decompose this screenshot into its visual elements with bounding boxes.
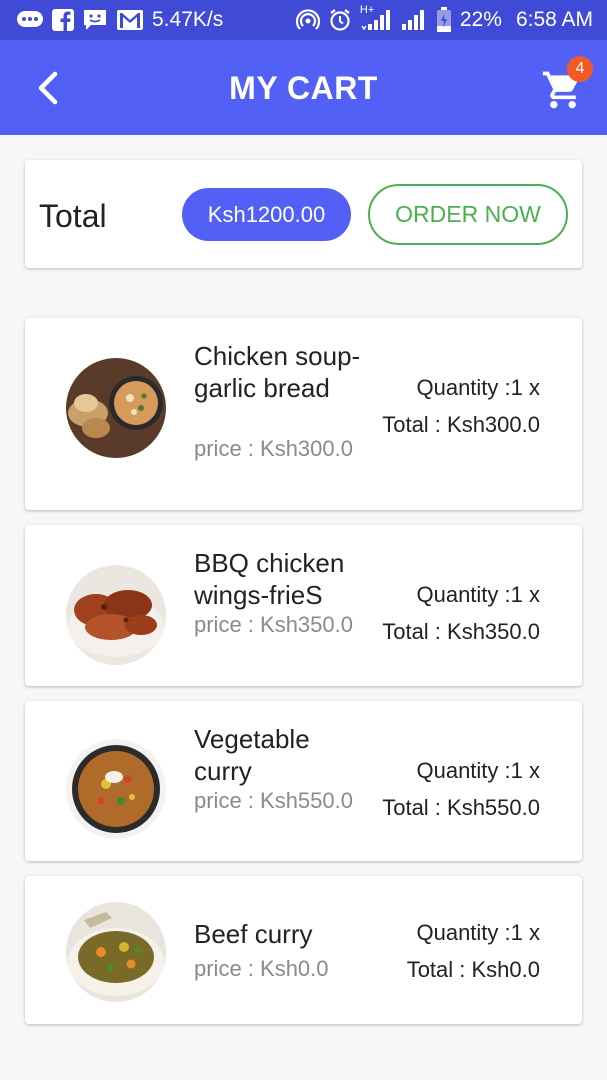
clock: 6:58 AM [515, 8, 593, 31]
item-name: Beef curry [194, 919, 313, 949]
cart-button[interactable]: 4 [541, 56, 593, 112]
alarm-icon [328, 8, 352, 32]
item-quantity: Quantity :1 x [416, 375, 540, 400]
page-title: MY CART [229, 70, 378, 106]
cart-item[interactable]: Vegetable curry price : Ksh550.0 Quantit… [25, 701, 582, 861]
item-quantity: Quantity :1 x [416, 920, 540, 945]
app-bar: MY CART 4 [0, 40, 607, 135]
item-quantity: Quantity :1 x [416, 582, 540, 607]
hotspot-icon [295, 8, 320, 32]
order-now-button[interactable]: ORDER NOW [368, 184, 568, 245]
battery-level: 22% [459, 8, 502, 31]
food-image-bbq-wings [66, 565, 166, 665]
message-icon [82, 8, 108, 32]
item-name: Chicken soup-garlic bread [194, 341, 361, 403]
status-bar: 5.47K/s H+ 22% 6:58 AM [0, 0, 607, 40]
total-amount-pill[interactable]: Ksh1200.00 [182, 188, 351, 241]
item-quantity: Quantity :1 x [416, 758, 540, 783]
cart-total-card: Total Ksh1200.00 ORDER NOW [25, 160, 582, 268]
gmail-icon [116, 9, 144, 31]
item-price: price : Ksh300.0 [194, 436, 353, 461]
food-image-vegetable-curry [66, 739, 166, 839]
item-price: price : Ksh350.0 [194, 612, 353, 637]
item-name: Vegetable curry [194, 724, 310, 786]
item-total: Total : Ksh300.0 [382, 412, 540, 437]
chat-icon [16, 9, 44, 31]
item-price: price : Ksh550.0 [194, 788, 353, 813]
total-label: Total [39, 198, 107, 234]
battery-icon [436, 7, 452, 33]
cart-item[interactable]: Beef curry price : Ksh0.0 Quantity :1 x … [25, 876, 582, 1024]
signal-icon [400, 8, 428, 32]
item-name: BBQ chicken wings-frieS [194, 548, 345, 610]
cart-item[interactable]: BBQ chicken wings-frieS price : Ksh350.0… [25, 525, 582, 686]
network-type: H+ [359, 4, 375, 16]
cart-count-badge: 4 [567, 56, 593, 82]
food-image-chicken-soup [66, 358, 166, 458]
notification-icons: 5.47K/s [16, 8, 223, 32]
food-image-beef-curry [66, 902, 166, 1002]
item-total: Total : Ksh350.0 [382, 619, 540, 644]
signal-icon: H+ [360, 4, 392, 32]
facebook-icon [52, 9, 74, 31]
item-price: price : Ksh0.0 [194, 956, 329, 981]
system-icons: H+ 22% 6:58 AM [295, 4, 593, 33]
item-total: Total : Ksh550.0 [382, 795, 540, 820]
network-speed: 5.47K/s [152, 8, 224, 31]
item-total: Total : Ksh0.0 [406, 957, 540, 982]
cart-item[interactable]: Chicken soup-garlic bread price : Ksh300… [25, 318, 582, 510]
